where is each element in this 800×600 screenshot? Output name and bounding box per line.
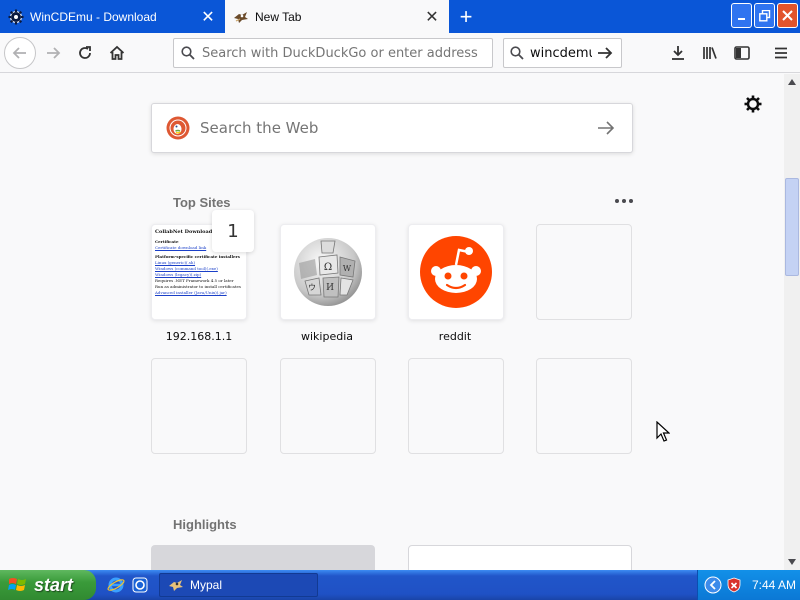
- start-label: start: [34, 574, 74, 595]
- search-icon: [174, 46, 202, 60]
- svg-text:Ω: Ω: [324, 262, 332, 273]
- web-search-input[interactable]: [200, 119, 588, 137]
- sidebar-button[interactable]: [727, 37, 757, 69]
- mypal-favicon-icon: [233, 9, 249, 25]
- gear-favicon-icon: [8, 9, 24, 25]
- back-button[interactable]: [4, 37, 36, 69]
- highlights-heading: Highlights: [173, 517, 237, 532]
- web-search-box[interactable]: [151, 103, 633, 153]
- new-tab-plus-icon[interactable]: +: [452, 3, 480, 31]
- start-button[interactable]: start: [0, 570, 96, 600]
- download-icon: [672, 46, 684, 60]
- home-button[interactable]: [102, 37, 132, 69]
- empty-top-site-slot[interactable]: [408, 358, 504, 454]
- top-sites-heading: Top Sites: [173, 195, 231, 210]
- taskbar-item-mypal[interactable]: Mypal: [159, 573, 318, 597]
- svg-text:И: И: [326, 283, 334, 293]
- forward-button[interactable]: [38, 37, 68, 69]
- empty-top-site-slot[interactable]: [280, 358, 376, 454]
- more-options-icon[interactable]: [612, 193, 636, 209]
- windows-logo-icon: [8, 578, 26, 591]
- mouse-cursor-icon: [656, 421, 670, 442]
- vertical-scrollbar[interactable]: [784, 74, 800, 570]
- top-site-label: reddit: [438, 330, 472, 343]
- forward-arrow-icon: [47, 47, 61, 59]
- close-window-button[interactable]: [777, 3, 798, 28]
- show-hidden-icons-icon[interactable]: [704, 576, 722, 594]
- highlight-card[interactable]: [151, 545, 375, 570]
- close-tab-icon[interactable]: ✕: [195, 4, 221, 30]
- top-site-tile-reddit[interactable]: [408, 224, 504, 320]
- address-bar[interactable]: [173, 38, 493, 68]
- tab-wincdemu[interactable]: WinCDEmu - Download ✕: [0, 0, 225, 33]
- library-button[interactable]: [695, 37, 725, 69]
- duckduckgo-logo-icon: [166, 116, 190, 140]
- menu-button[interactable]: [766, 37, 796, 69]
- search-go-arrow-icon[interactable]: [588, 120, 624, 136]
- empty-top-site-slot[interactable]: [536, 358, 632, 454]
- svg-text:ウ: ウ: [308, 283, 316, 292]
- hamburger-menu-icon: [775, 47, 787, 59]
- back-arrow-icon: [12, 47, 26, 59]
- search-icon: [504, 46, 530, 60]
- new-tab-page: Top Sites CollabNet Downloads Certificat…: [0, 74, 784, 570]
- quick-launch-icon[interactable]: [130, 575, 150, 595]
- svg-text:W: W: [343, 264, 352, 273]
- reddit-alien-icon: [420, 236, 492, 308]
- restore-window-button[interactable]: [754, 3, 775, 28]
- reload-button[interactable]: [70, 37, 100, 69]
- gear-icon[interactable]: [741, 92, 765, 116]
- system-tray: 7:44 AM: [697, 570, 800, 600]
- scroll-down-arrow-icon[interactable]: [784, 554, 800, 570]
- navigation-toolbar: [0, 33, 800, 73]
- tab-title: New Tab: [255, 9, 302, 24]
- search-bar[interactable]: [503, 38, 622, 68]
- home-icon: [109, 45, 125, 60]
- top-site-label: 192.168.1.1: [165, 330, 233, 343]
- reload-icon: [79, 46, 91, 59]
- empty-top-site-slot[interactable]: [536, 224, 632, 320]
- close-tab-icon[interactable]: ✕: [419, 4, 445, 30]
- top-site-label: wikipedia: [300, 330, 353, 343]
- taskbar: start Mypal 7:44 AM: [0, 570, 800, 600]
- sidebar-icon: [734, 46, 750, 60]
- tab-title: WinCDEmu - Download: [30, 9, 157, 24]
- clock: 7:44 AM: [752, 578, 797, 592]
- top-site-tile-wikipedia[interactable]: Ω W И ウ: [280, 224, 376, 320]
- scroll-thumb[interactable]: [785, 178, 799, 276]
- taskbar-item-label: Mypal: [190, 578, 223, 592]
- tab-bar: WinCDEmu - Download ✕ New Tab ✕ +: [0, 0, 800, 33]
- scroll-up-arrow-icon[interactable]: [784, 74, 800, 90]
- empty-top-site-slot[interactable]: [151, 358, 247, 454]
- highlight-card[interactable]: [408, 545, 632, 570]
- wikipedia-globe-icon: Ω W И ウ: [294, 238, 362, 306]
- pinned-count-badge: 1: [212, 210, 254, 252]
- address-input[interactable]: [202, 45, 492, 61]
- library-icon: [703, 47, 717, 59]
- security-shield-icon[interactable]: [726, 577, 742, 593]
- tab-new-tab[interactable]: New Tab ✕: [225, 0, 449, 33]
- search-go-arrow-icon[interactable]: [592, 46, 618, 60]
- minimize-window-button[interactable]: [731, 3, 752, 28]
- downloads-button[interactable]: [663, 37, 693, 69]
- search-input[interactable]: [530, 45, 592, 61]
- internet-explorer-icon[interactable]: [106, 575, 126, 595]
- mypal-favicon-icon: [169, 580, 183, 591]
